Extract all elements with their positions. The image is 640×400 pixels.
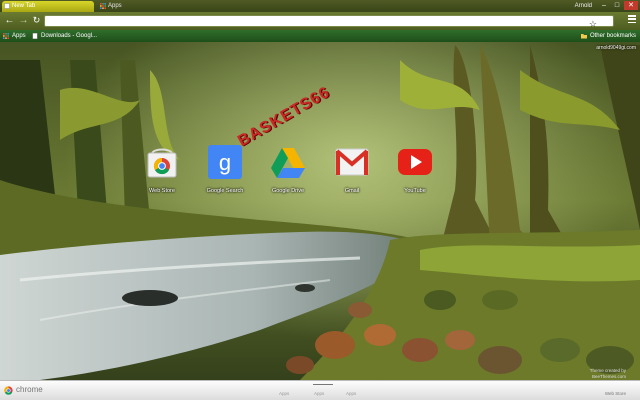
- arrow-right-icon: →: [18, 15, 29, 26]
- app-google-search[interactable]: g Google Search: [200, 144, 250, 194]
- theme-credit: Theme created by BeeThemes.com: [566, 368, 626, 380]
- bookmarks-bar: Apps Downloads - Googl... Other bookmark…: [0, 30, 640, 42]
- app-web-store[interactable]: Web Store: [137, 144, 187, 194]
- bookmark-label: Downloads - Googl...: [41, 33, 98, 39]
- app-label: Web Store: [149, 188, 175, 194]
- app-label: Gmail: [344, 188, 360, 194]
- folder-icon: [580, 34, 587, 39]
- chrome-logo-icon: [4, 386, 13, 395]
- youtube-icon: [398, 149, 432, 175]
- omnibox[interactable]: ☆: [44, 15, 614, 30]
- svg-text:g: g: [219, 150, 231, 175]
- forward-button[interactable]: →: [17, 14, 30, 27]
- bottom-bar: chrome Apps Apps Apps Web Store: [0, 380, 640, 400]
- bottom-tab-apps[interactable]: Apps: [279, 391, 289, 396]
- menu-icon[interactable]: [628, 15, 636, 24]
- tab-label: New Tab: [12, 3, 36, 9]
- maximize-button[interactable]: □: [611, 1, 623, 10]
- profile-name[interactable]: Arnold: [575, 1, 592, 12]
- bookmark-downloads[interactable]: Downloads - Googl...: [32, 30, 97, 42]
- app-gmail[interactable]: Gmail: [327, 144, 377, 194]
- gmail-icon: [335, 148, 369, 176]
- apps-grid-icon: [3, 33, 9, 39]
- account-email[interactable]: arnold9049gi.com: [596, 45, 636, 51]
- bookmark-other[interactable]: Other bookmarks: [580, 30, 636, 42]
- back-button[interactable]: ←: [3, 14, 16, 27]
- page-icon: [32, 33, 38, 39]
- reload-icon: ↻: [32, 15, 41, 25]
- tab-strip: New Tab Apps Arnold – □ ✕: [0, 0, 640, 12]
- arrow-left-icon: ←: [4, 15, 15, 26]
- tab-apps[interactable]: Apps: [98, 1, 190, 12]
- bookmark-star-icon[interactable]: ☆: [589, 18, 597, 30]
- bottom-tab-apps[interactable]: Apps: [314, 391, 324, 396]
- web-store-icon: [147, 148, 177, 178]
- tab-new-tab[interactable]: New Tab: [2, 1, 94, 12]
- bookmark-label: Apps: [12, 33, 26, 39]
- bookmark-label: Other bookmarks: [589, 33, 636, 39]
- app-label: Google Drive: [271, 188, 305, 194]
- app-youtube[interactable]: YouTube: [390, 144, 440, 194]
- bottom-tab-apps[interactable]: Apps: [346, 391, 356, 396]
- bookmark-apps[interactable]: Apps: [3, 30, 26, 42]
- app-label: Google Search: [206, 188, 244, 194]
- address-input[interactable]: [49, 16, 613, 26]
- tab-label: Apps: [108, 3, 122, 9]
- google-search-icon: g: [208, 145, 242, 179]
- minimize-button[interactable]: –: [598, 1, 610, 10]
- google-drive-icon: [271, 148, 305, 178]
- apps-grid-icon: [100, 3, 106, 9]
- toolbar: ← → ↻ ☆: [0, 12, 640, 30]
- background-forest-scene: [0, 0, 640, 400]
- close-button[interactable]: ✕: [624, 1, 638, 10]
- app-google-drive[interactable]: Google Drive: [263, 144, 313, 194]
- new-tab-icon: [4, 3, 10, 9]
- chrome-wordmark: chrome: [16, 385, 43, 394]
- app-label: YouTube: [404, 188, 426, 194]
- reload-button[interactable]: ↻: [30, 14, 43, 27]
- page-indicator: [313, 384, 333, 385]
- web-store-link[interactable]: Web Store: [605, 391, 626, 396]
